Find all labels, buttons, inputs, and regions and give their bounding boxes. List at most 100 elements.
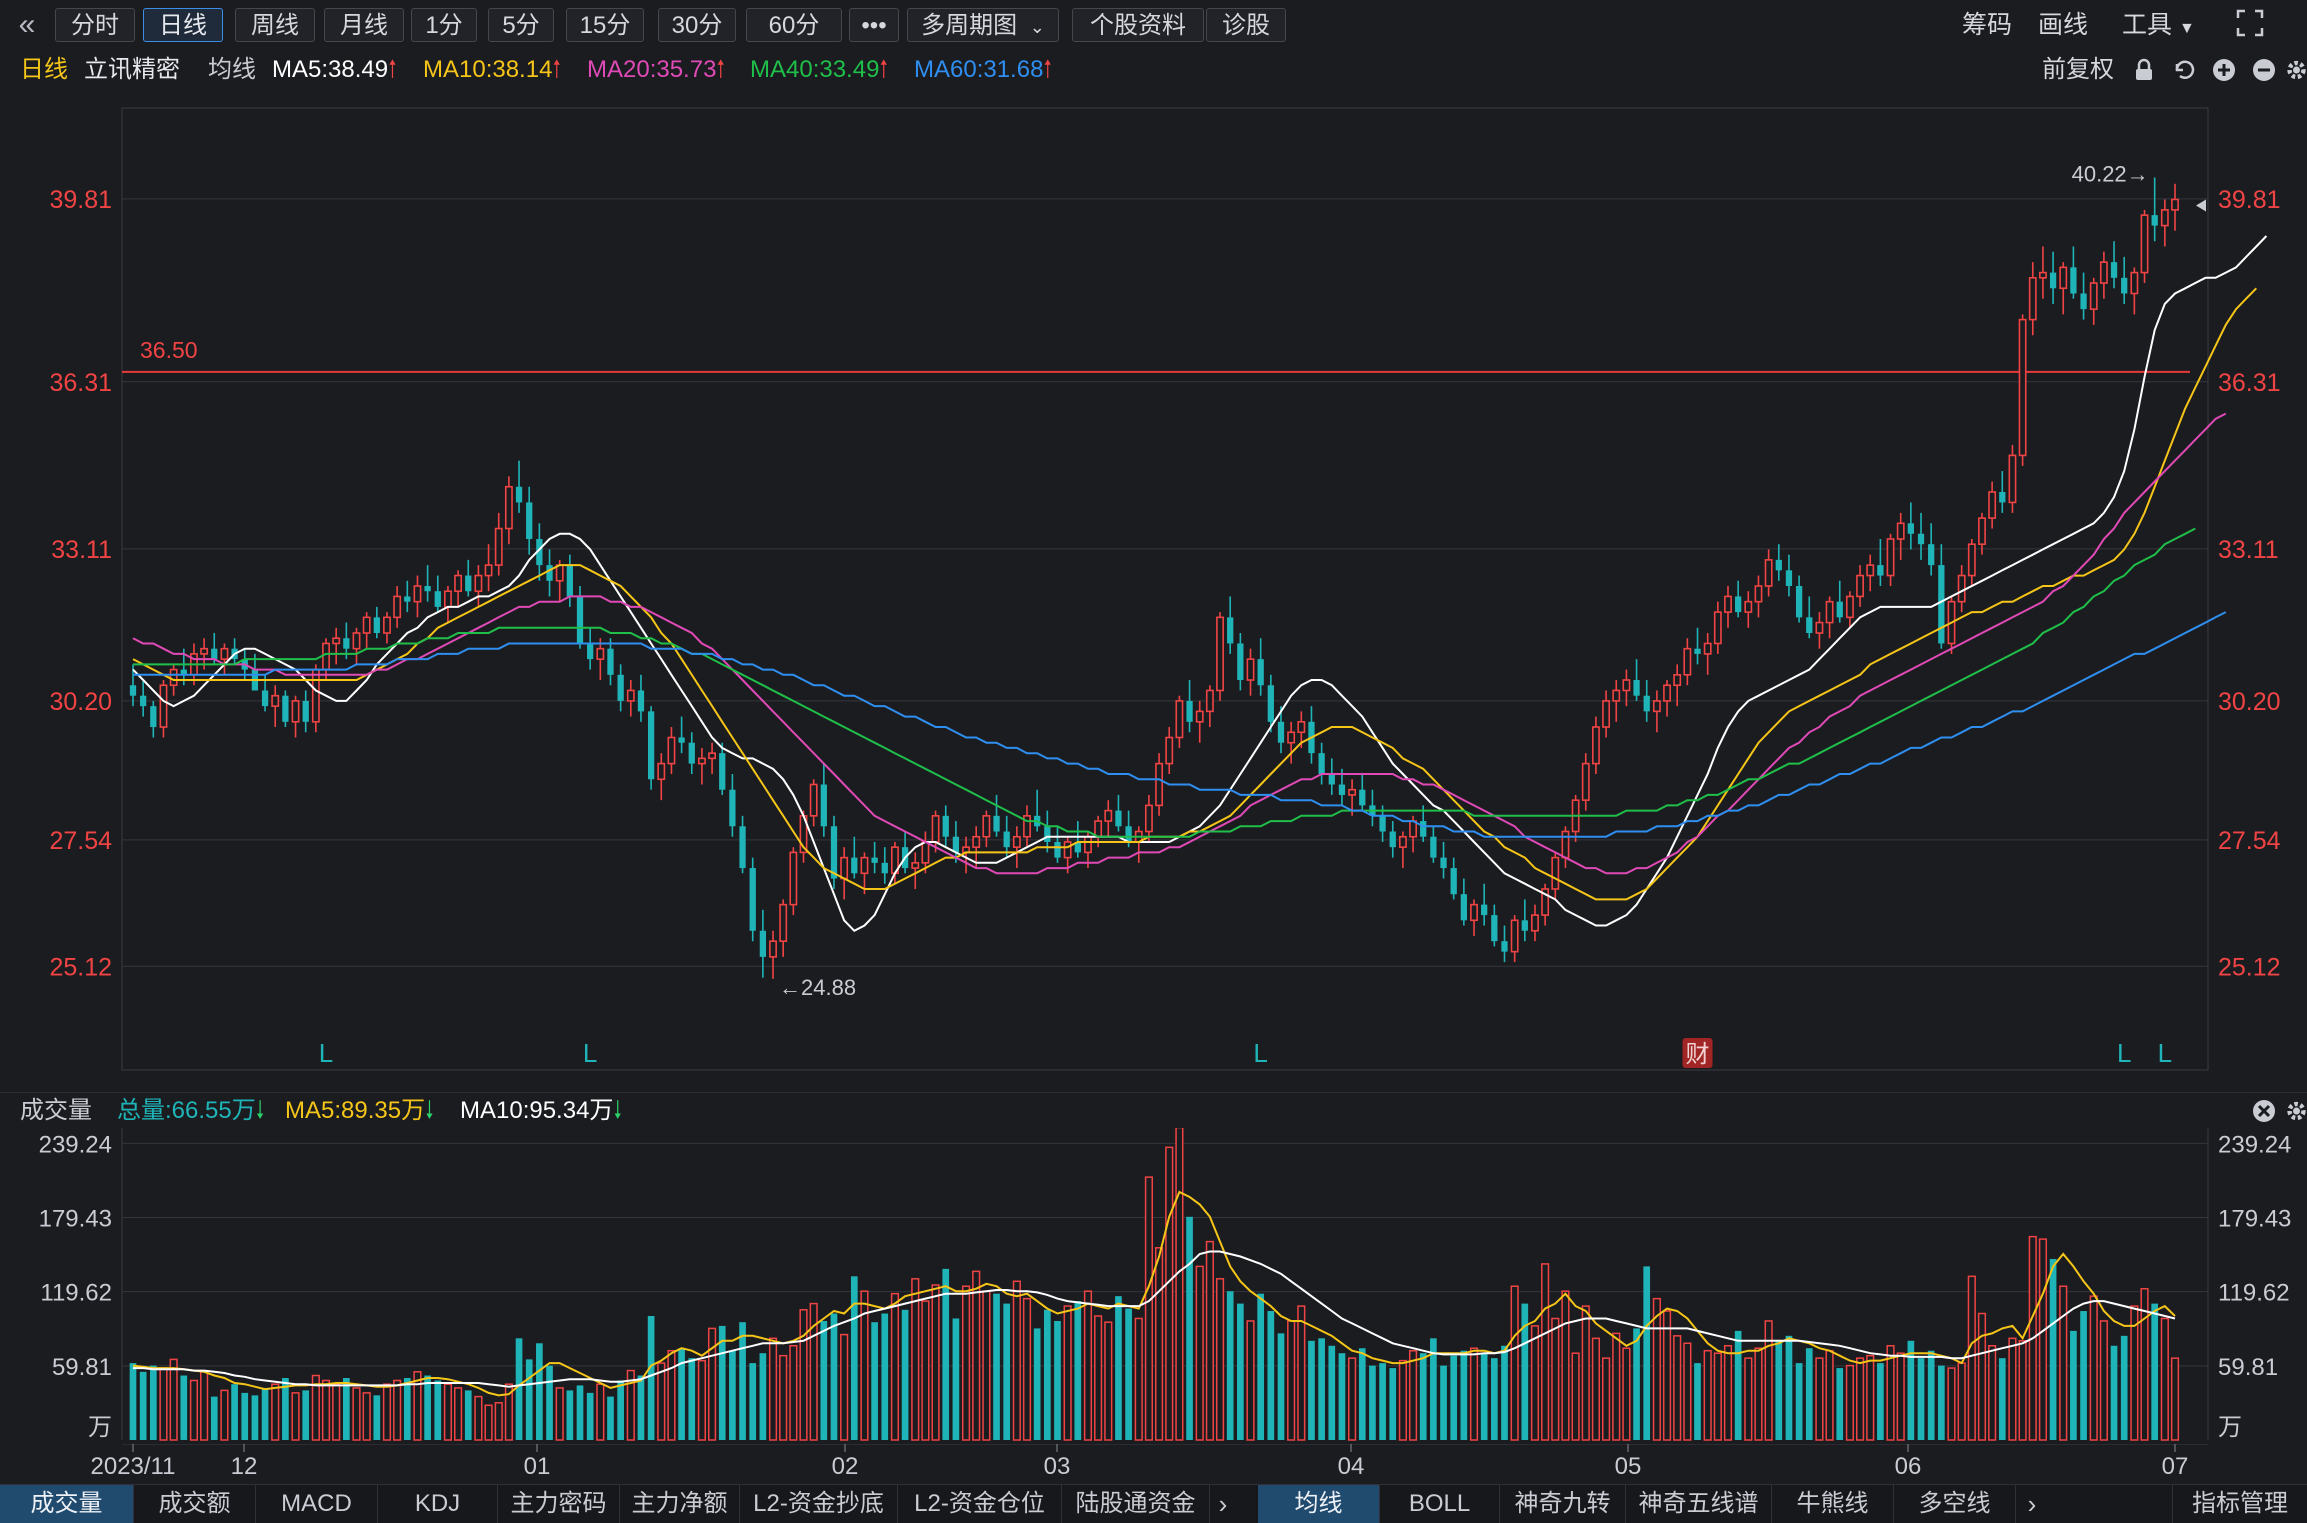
- volume-chart[interactable]: 239.24 239.24 179.43 179.43 119.62 119.62 59.8…: [0, 1128, 2307, 1473]
- indicator-tab-left-1[interactable]: 成交额: [134, 1485, 256, 1523]
- volume-bar: [1581, 1305, 1590, 1441]
- overlay-tab-right-5[interactable]: 多空线: [1894, 1485, 2016, 1523]
- indicator-tab-l2[interactable]: L2-资金抄底: [740, 1485, 898, 1523]
- period-tab-60[interactable]: 60分: [746, 8, 842, 42]
- lock-icon[interactable]: [2132, 58, 2156, 82]
- volume-bar: [768, 1337, 778, 1441]
- chevron-right-icon[interactable]: ›: [2019, 1485, 2045, 1523]
- candle-body: [383, 616, 391, 634]
- volume-bar: [707, 1327, 717, 1441]
- period-tab-1[interactable]: 1分: [411, 8, 477, 42]
- y-tick-label-left: 33.11: [51, 536, 112, 564]
- candle: [1643, 680, 1650, 722]
- gear-icon[interactable]: [2286, 1099, 2307, 1123]
- volume-bar: [952, 1318, 960, 1440]
- volume-bar: [159, 1367, 168, 1441]
- volume-bar: [1450, 1355, 1458, 1440]
- signal-marker-l: L: [583, 1038, 597, 1068]
- candle-body: [1318, 753, 1325, 775]
- gear-icon[interactable]: [2286, 58, 2307, 82]
- period-tab-15[interactable]: 15分: [566, 8, 644, 42]
- overlay-tab-right-3[interactable]: 神奇五线谱: [1626, 1485, 1772, 1523]
- candle: [1165, 727, 1174, 775]
- stock-profile-button[interactable]: 个股资料: [1072, 8, 1204, 42]
- period-tab-p0[interactable]: 分时: [55, 8, 135, 42]
- period-tab-30[interactable]: 30分: [658, 8, 736, 42]
- undo-icon[interactable]: [2172, 58, 2196, 82]
- candlestick-chart[interactable]: 39.81 39.81 36.31 36.31 33.11 33.11 30.20 30.20…: [0, 90, 2307, 1080]
- candle: [1754, 575, 1763, 618]
- candle-body: [1744, 600, 1753, 613]
- volume-bar: [1104, 1321, 1113, 1441]
- candle-body: [1267, 685, 1274, 722]
- volume-bar: [454, 1387, 463, 1441]
- y-tick-label-left: 36.31: [49, 369, 112, 397]
- candle: [789, 847, 798, 916]
- candle: [404, 580, 411, 613]
- chips-button[interactable]: 筹码: [1962, 8, 2012, 42]
- close-icon[interactable]: [2252, 1099, 2276, 1123]
- indicator-tab-left-0[interactable]: 成交量: [0, 1485, 134, 1523]
- volume-bar: [1226, 1291, 1234, 1440]
- zoom-in-icon[interactable]: [2212, 58, 2236, 82]
- volume-bar: [881, 1313, 889, 1440]
- candle-body: [434, 591, 441, 607]
- candle-body: [362, 616, 371, 634]
- candle-body: [1175, 700, 1184, 739]
- chevron-right-icon[interactable]: ›: [1210, 1485, 1236, 1523]
- candle-body: [2140, 214, 2149, 274]
- candle-body: [809, 783, 818, 817]
- multi-period-dropdown[interactable]: 多周期图 ⌄: [907, 8, 1059, 42]
- diagnose-button[interactable]: 诊股: [1206, 8, 1286, 42]
- indicator-tab-left-5[interactable]: 主力净额: [620, 1485, 740, 1523]
- candle-body: [1195, 710, 1204, 723]
- candle-body: [972, 835, 981, 848]
- candle: [424, 565, 431, 602]
- volume-bar: [1530, 1325, 1540, 1441]
- stock-name[interactable]: 立讯精密: [84, 52, 180, 88]
- candle-body: [2089, 282, 2098, 310]
- period-tab-p1[interactable]: 日线: [143, 8, 223, 42]
- volume-bar: [1703, 1349, 1712, 1441]
- indicator-tab-left-4[interactable]: 主力密码: [498, 1485, 620, 1523]
- zoom-out-icon[interactable]: [2252, 58, 2276, 82]
- candle-body: [2151, 215, 2158, 226]
- candle-body: [1460, 894, 1467, 921]
- candle-body: [2070, 267, 2077, 294]
- candle: [1034, 789, 1041, 832]
- candle: [1481, 883, 1488, 926]
- candle-body: [1054, 841, 1061, 858]
- period-tab-p2[interactable]: 周线: [235, 8, 315, 42]
- overlay-tab-boll[interactable]: BOLL: [1380, 1485, 1500, 1523]
- overlay-tab-right-2[interactable]: 神奇九转: [1500, 1485, 1626, 1523]
- indicator-tab-l2[interactable]: L2-资金仓位: [898, 1485, 1062, 1523]
- volume-bar: [1927, 1350, 1935, 1440]
- overlay-tab-right-4[interactable]: 牛熊线: [1772, 1485, 1894, 1523]
- indicator-tab-kdj[interactable]: KDJ: [378, 1485, 498, 1523]
- volume-bar: [1338, 1353, 1346, 1440]
- tools-dropdown[interactable]: 工具 ▼: [2122, 8, 2195, 42]
- overlay-tab-right-0[interactable]: 均线: [1258, 1485, 1380, 1523]
- draw-line-button[interactable]: 画线: [2038, 8, 2088, 42]
- candle-body: [1450, 868, 1457, 895]
- adjust-mode-label[interactable]: 前复权: [2042, 52, 2114, 88]
- period-tab-p3[interactable]: 月线: [324, 8, 404, 42]
- ma-label[interactable]: 均线: [208, 52, 256, 88]
- indicator-tab-macd[interactable]: MACD: [256, 1485, 378, 1523]
- plot-frame: [121, 107, 2209, 1071]
- expand-icon[interactable]: [2235, 8, 2265, 42]
- candle: [708, 742, 717, 775]
- vol-tick-label-right: 59.81: [2218, 1354, 2278, 1381]
- indicator-manage-button[interactable]: 指标管理: [2172, 1485, 2307, 1523]
- candle: [494, 512, 503, 576]
- candle: [2018, 314, 2027, 466]
- volume-bar: [1815, 1357, 1824, 1441]
- indicator-tab-left-8[interactable]: 陆股通资金: [1062, 1485, 1210, 1523]
- volume-bar: [1033, 1328, 1041, 1440]
- more-button[interactable]: •••: [849, 8, 899, 42]
- double-chevron-left-icon[interactable]: «: [12, 8, 42, 42]
- signal-marker-l: L: [2117, 1038, 2131, 1068]
- candle-body: [617, 674, 624, 701]
- period-tab-5[interactable]: 5分: [488, 8, 554, 42]
- candle-body: [789, 851, 798, 906]
